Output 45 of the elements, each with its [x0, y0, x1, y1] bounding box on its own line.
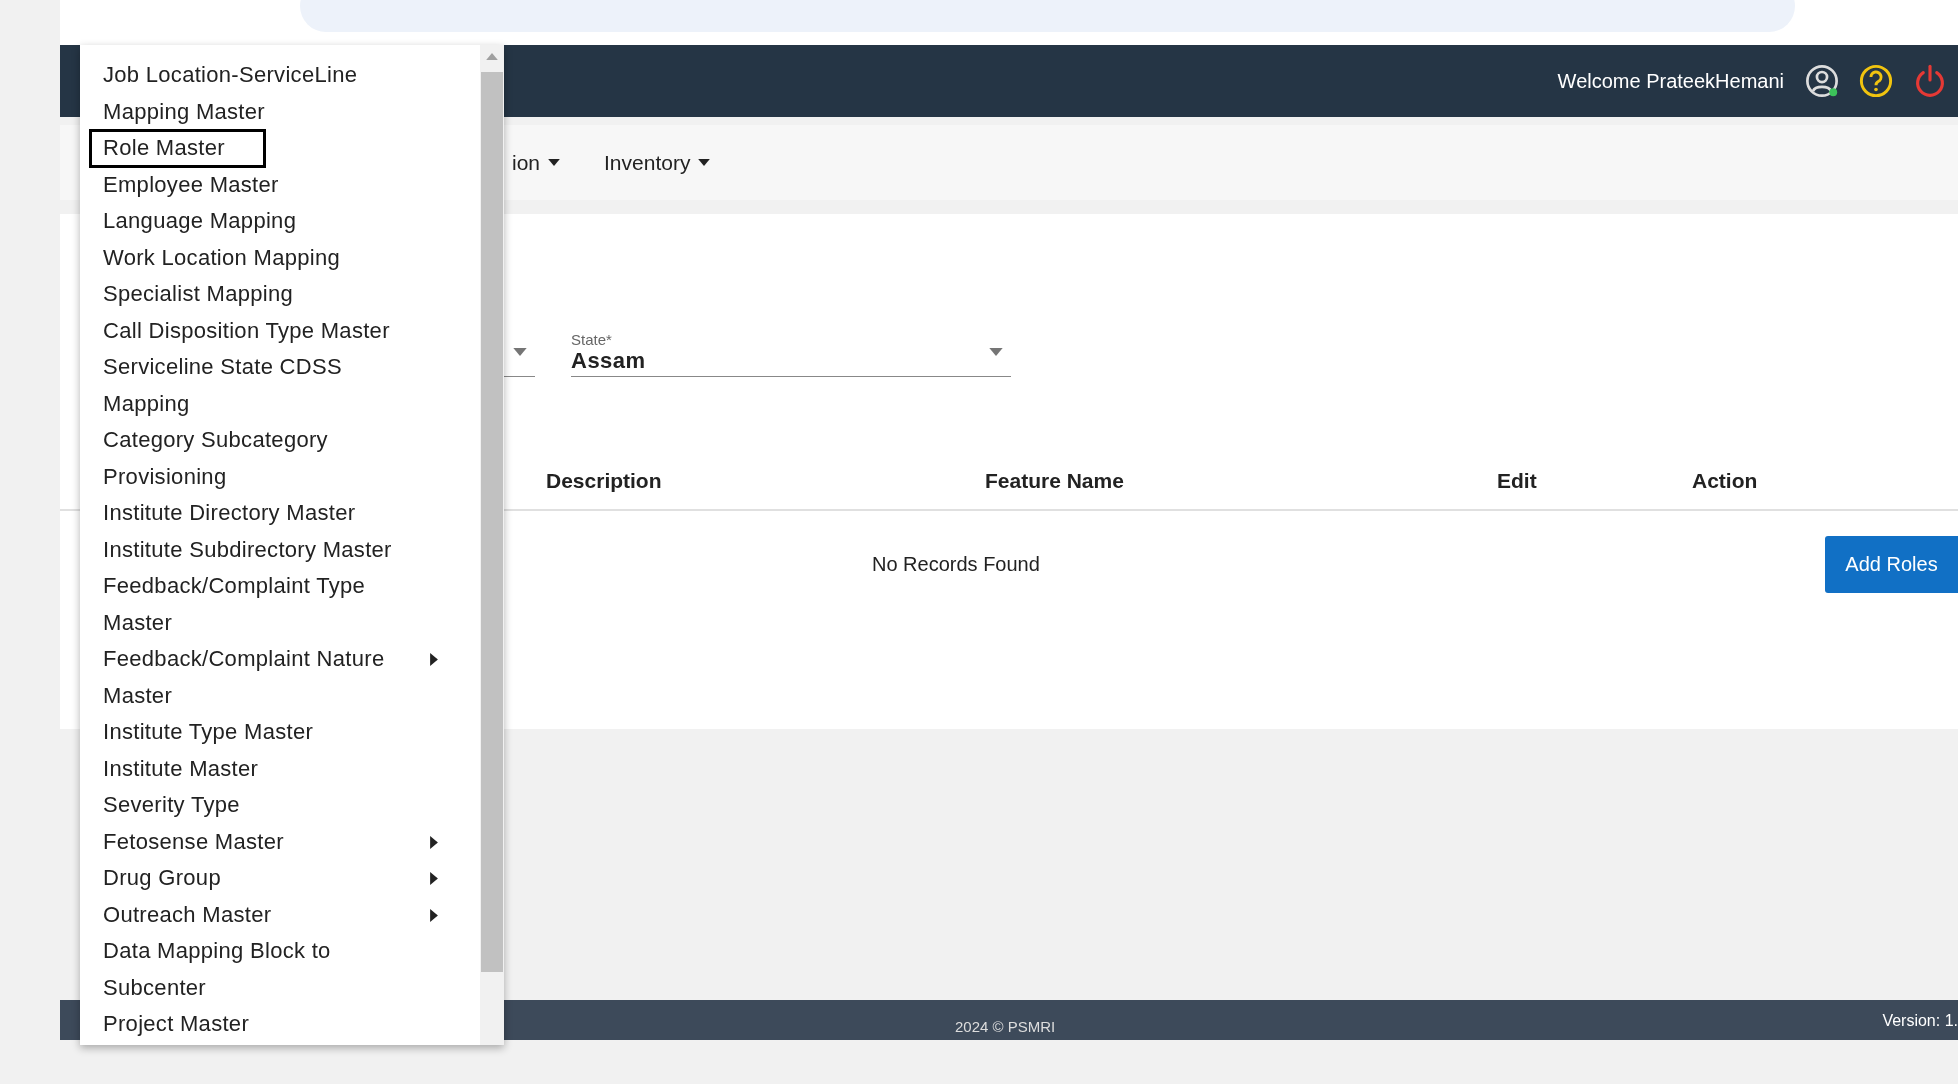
nav-menu[interactable]: ion: [512, 146, 561, 179]
welcome-text: Welcome PrateekHemani: [1557, 69, 1784, 93]
help-icon[interactable]: [1858, 63, 1894, 99]
submenu-arrow-icon: [430, 835, 438, 849]
column-header: Description: [546, 469, 662, 493]
menu-item[interactable]: Data Mapping Block to Subcenter: [90, 933, 468, 1006]
caret-icon: [989, 348, 1003, 356]
version-text: Version: 1.: [1882, 1012, 1958, 1030]
submenu-arrow-icon: [430, 872, 438, 885]
nav-menu[interactable]: Inventory: [604, 146, 711, 179]
caret-icon: [698, 159, 711, 166]
menu-item[interactable]: Severity Type: [90, 787, 280, 824]
menu-item[interactable]: Language Mapping: [90, 203, 337, 240]
menu-item[interactable]: Feedback/Complaint Type Master: [90, 568, 468, 641]
menu-item[interactable]: Fetosense Master: [90, 823, 443, 860]
menu-item[interactable]: Institute Directory Master: [90, 495, 396, 532]
submenu-arrow-icon: [430, 653, 438, 666]
menu-item[interactable]: Drug Group: [90, 860, 443, 897]
scroll-up-icon[interactable]: [486, 53, 498, 60]
column-header: Feature Name: [985, 469, 1124, 493]
state-dropdown[interactable]: State* Assam: [571, 326, 1011, 377]
copyright-text: 2024 © PSMRI: [955, 1018, 1056, 1035]
menu-item[interactable]: Work Location Mapping: [90, 239, 381, 276]
menu-item[interactable]: Institute Type Master: [90, 714, 354, 751]
caret-icon: [548, 159, 561, 166]
caret-icon: [513, 348, 527, 356]
menu-item[interactable]: Serviceline State CDSS Mapping: [90, 349, 468, 422]
menu-item[interactable]: Job Location-ServiceLine Mapping Master: [90, 57, 468, 130]
menu-item[interactable]: Role Master: [90, 130, 265, 167]
menu-item[interactable]: Outreach Master: [90, 896, 443, 933]
submenu-arrow-icon: [430, 908, 438, 922]
menu-item[interactable]: Project Master: [90, 1006, 290, 1043]
menu-item[interactable]: Employee Master: [90, 166, 319, 203]
user-icon[interactable]: [1804, 63, 1840, 99]
menu-item[interactable]: Institute Master: [90, 750, 299, 787]
menu-item[interactable]: Feedback/Complaint Nature Master: [90, 641, 443, 714]
column-header: Action: [1692, 469, 1758, 493]
menu-item[interactable]: Specialist Mapping: [90, 276, 334, 313]
empty-message: No Records Found: [872, 553, 1040, 576]
scrollbar[interactable]: [480, 45, 504, 1045]
menu-item[interactable]: Call Disposition Type Master: [90, 312, 430, 349]
menu-item[interactable]: Category Subcategory Provisioning: [90, 422, 468, 495]
menu-item[interactable]: Institute Subdirectory Master: [90, 531, 432, 568]
add-roles-button[interactable]: Add Roles: [1825, 536, 1958, 593]
column-header: Edit: [1497, 469, 1537, 493]
